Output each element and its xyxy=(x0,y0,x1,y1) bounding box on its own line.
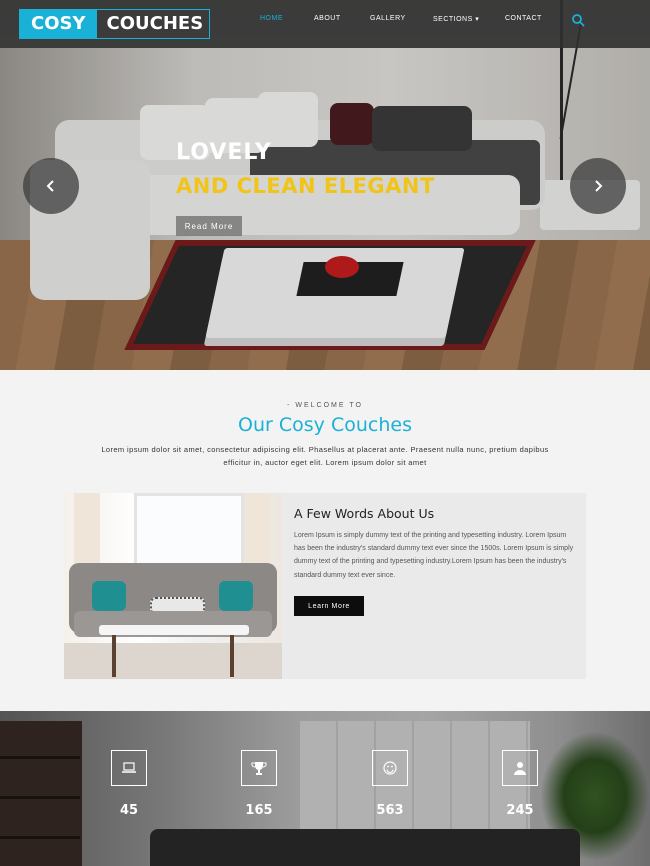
stat-icon-box xyxy=(372,750,408,786)
stat-value: 165 xyxy=(245,803,273,818)
stat-item: 563 xyxy=(355,750,425,823)
table-leg xyxy=(230,635,234,677)
hero-heading-line1: LOVELY xyxy=(176,140,272,165)
floor xyxy=(64,643,282,679)
nav-about[interactable]: ABOUT xyxy=(314,15,341,22)
stat-icon-box xyxy=(241,750,277,786)
table-leg xyxy=(112,635,116,677)
read-more-button[interactable]: Read More xyxy=(176,216,242,236)
logo-part1: COSY xyxy=(20,10,97,38)
nav-contact[interactable]: CONTACT xyxy=(505,15,542,22)
about-title: A Few Words About Us xyxy=(294,506,435,521)
stat-value: 45 xyxy=(119,803,139,818)
welcome-label: - WELCOME TO xyxy=(287,402,363,409)
hero-heading-line2: AND CLEAN ELEGANT xyxy=(176,174,435,198)
welcome-text: Lorem ipsum dolor sit amet, consectetur … xyxy=(101,445,549,467)
stat-item: 45 xyxy=(94,750,164,823)
learn-more-button[interactable]: Learn More xyxy=(294,596,364,616)
about-text: Lorem Ipsum is simply dummy text of the … xyxy=(294,532,574,579)
stat-item: 165 xyxy=(224,750,294,823)
welcome-title: Our Cosy Couches xyxy=(238,414,412,436)
stat-value: 563 xyxy=(376,803,404,818)
pillow xyxy=(219,581,253,611)
nav-sections[interactable]: SECTIONS ▾ xyxy=(433,15,479,23)
stat-icon-box xyxy=(502,750,538,786)
logo-part2: COUCHES xyxy=(106,13,204,34)
laptop-icon xyxy=(122,762,136,773)
window xyxy=(134,493,244,573)
stat-value: 245 xyxy=(506,803,534,818)
slider-prev-button[interactable] xyxy=(23,158,79,214)
site-logo[interactable]: COSY COUCHES xyxy=(19,9,211,39)
search-icon[interactable] xyxy=(571,13,585,27)
nav-home[interactable]: HOME xyxy=(260,15,283,22)
welcome-section: - WELCOME TO Our Cosy Couches Lorem ipsu… xyxy=(0,370,650,710)
user-icon xyxy=(514,762,526,775)
about-image xyxy=(64,493,282,679)
stat-item: 245 xyxy=(485,750,555,823)
hero-slider: LOVELY AND CLEAN ELEGANT Read More xyxy=(0,0,650,370)
nav-gallery[interactable]: GALLERY xyxy=(370,15,406,22)
trophy-icon xyxy=(251,762,267,775)
smile-icon xyxy=(383,761,397,775)
about-card: A Few Words About Us Lorem Ipsum is simp… xyxy=(64,493,586,679)
pillow xyxy=(92,581,126,611)
slider-next-button[interactable] xyxy=(570,158,626,214)
stat-icon-box xyxy=(111,750,147,786)
chevron-left-icon xyxy=(46,180,54,192)
site-header: COSY COUCHES HOME ABOUT GALLERY SECTIONS… xyxy=(0,0,650,48)
coffee-table xyxy=(99,625,249,635)
chevron-right-icon xyxy=(595,180,603,192)
stats-section: 45 165 563 245 xyxy=(0,711,650,866)
